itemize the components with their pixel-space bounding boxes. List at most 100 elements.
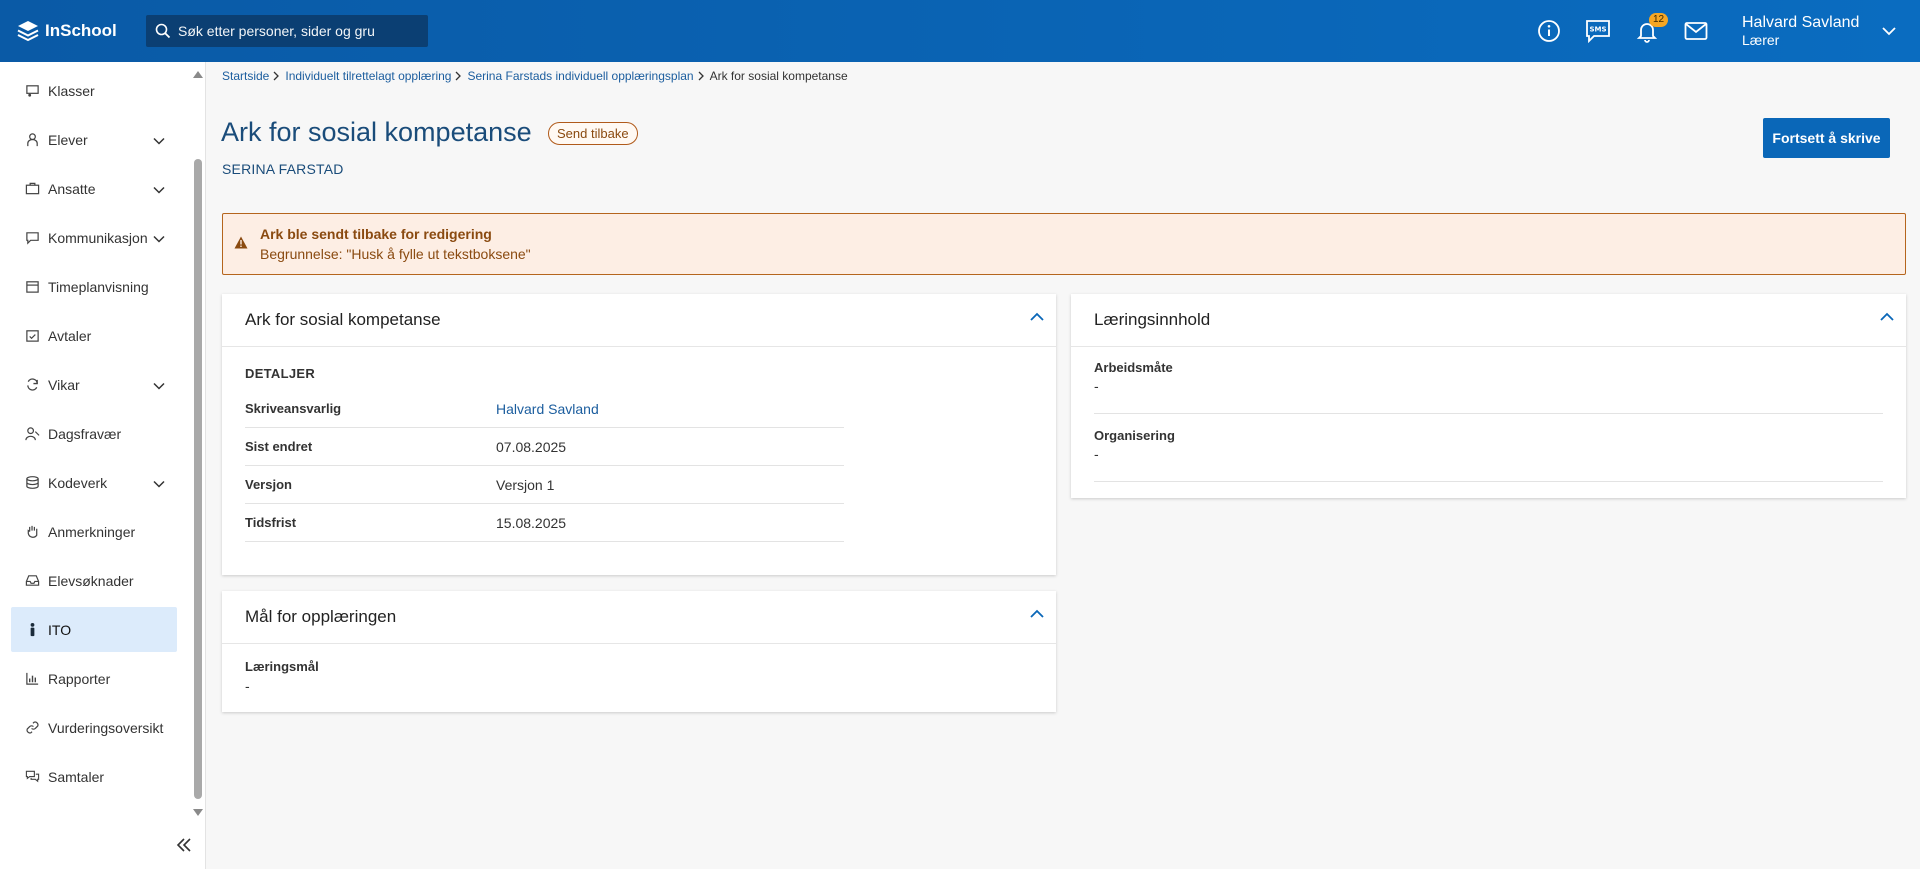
sidebar-item-elever[interactable]: Elever [11, 117, 177, 162]
goals-card: Mål for opplæringen Læringsmål - [222, 591, 1056, 712]
breadcrumb-plan[interactable]: Serina Farstads individuell opplæringspl… [467, 69, 693, 83]
search-placeholder: Søk etter personer, sider og gru [178, 23, 375, 39]
breadcrumb-startside[interactable]: Startside [222, 69, 269, 83]
info-icon [1537, 20, 1560, 42]
sidebar-item-samtaler[interactable]: Samtaler [11, 754, 177, 799]
goals-card-header[interactable]: Mål for opplæringen [222, 591, 1056, 644]
breadcrumb-separator-icon [455, 71, 462, 81]
chat-icon [24, 230, 40, 246]
chart-icon [24, 671, 40, 687]
sidebar-item-label: Vikar [48, 376, 80, 393]
status-badge: Send tilbake [548, 122, 638, 145]
field-value: - [1094, 378, 1099, 394]
learning-content-card-title: Læringsinnhold [1094, 310, 1211, 329]
collapse-sidebar-icon[interactable] [176, 838, 192, 852]
search-input[interactable]: Søk etter personer, sider og gru [146, 15, 428, 47]
sidebar-item-label: Anmerkninger [48, 523, 136, 540]
students-icon [24, 132, 40, 148]
learning-content-card-header[interactable]: Læringsinnhold [1071, 294, 1906, 347]
chevron-down-icon[interactable] [153, 181, 165, 197]
sidebar-item-label: Rapporter [48, 670, 111, 687]
notifications-button[interactable]: 12 [1622, 0, 1671, 62]
detail-value: 15.08.2025 [496, 514, 567, 531]
sidebar-item-timeplanvisning[interactable]: Timeplanvisning [11, 264, 177, 309]
sidebar-item-label: Ansatte [48, 180, 96, 197]
detail-key: Skriveansvarlig [245, 401, 342, 416]
field-value: - [1094, 446, 1099, 462]
scroll-down-arrow-icon[interactable] [192, 808, 204, 818]
field-label: Organisering [1094, 428, 1175, 443]
refresh-icon [24, 377, 40, 393]
sidebar-item-label: Timeplanvisning [48, 278, 149, 295]
person-absence-icon [24, 426, 40, 442]
sidebar-item-label: ITO [48, 621, 72, 638]
hand-icon [24, 524, 40, 540]
details-card: Ark for sosial kompetanse DETALJER Skriv… [222, 294, 1056, 575]
sidebar-item-label: Vurderingsoversikt [48, 719, 164, 736]
user-menu[interactable]: Halvard Savland Lærer [1742, 13, 1896, 49]
sidebar-item-vurderingsoversikt[interactable]: Vurderingsoversikt [11, 705, 177, 750]
breadcrumb-ito[interactable]: Individuelt tilrettelagt opplæring [285, 69, 451, 83]
sidebar-scroll-thumb[interactable] [194, 159, 202, 799]
chevron-up-icon[interactable] [1880, 312, 1894, 321]
alert-title: Ark ble sendt tilbake for redigering [260, 226, 492, 242]
responsible-writer-link[interactable]: Halvard Savland [496, 401, 599, 417]
sidebar-item-label: Kodeverk [48, 474, 108, 491]
sidebar-item-klasser[interactable]: Klasser [11, 68, 177, 113]
learning-content-card: Læringsinnhold Arbeidsmåte - Organiserin… [1071, 294, 1906, 498]
chevron-down-icon[interactable] [153, 475, 165, 491]
sidebar-item-label: Elevsøknader [48, 572, 134, 589]
page-title: Ark for sosial kompetanse [221, 117, 532, 147]
breadcrumb-current: Ark for sosial kompetanse [709, 69, 848, 83]
sidebar-item-avtaler[interactable]: Avtaler [11, 313, 177, 358]
scroll-up-arrow-icon[interactable] [192, 69, 204, 79]
detail-row-sist-endret: Sist endret 07.08.2025 [245, 428, 844, 466]
logo-layers-icon [17, 21, 39, 42]
detail-key: Sist endret [245, 439, 313, 454]
field-arbeidsmate: Arbeidsmåte - [1094, 360, 1883, 414]
search-icon [154, 22, 172, 40]
chevron-down-icon[interactable] [153, 377, 165, 393]
sidebar-item-kommunikasjon[interactable]: Kommunikasjon [11, 215, 177, 260]
detail-row-versjon: Versjon Versjon 1 [245, 466, 844, 504]
detail-row-skriveansvarlig: Skriveansvarlig Halvard Savland [245, 390, 844, 428]
calendar-check-icon [24, 328, 40, 344]
user-name: Halvard Savland [1742, 14, 1860, 31]
detail-key: Tidsfrist [245, 515, 297, 530]
alert-text: Begrunnelse: "Husk å fylle ut tekstbokse… [260, 246, 531, 262]
details-section-label: DETALJER [245, 366, 316, 381]
breadcrumb-separator-icon [273, 71, 280, 81]
details-card-header[interactable]: Ark for sosial kompetanse [222, 294, 1056, 347]
sidebar-item-rapporter[interactable]: Rapporter [11, 656, 177, 701]
info-button[interactable] [1524, 0, 1573, 62]
chevron-up-icon[interactable] [1030, 312, 1044, 321]
person-icon [24, 622, 40, 638]
top-bar: InSchool Søk etter personer, sider og gr… [0, 0, 1920, 62]
detail-value: Versjon 1 [496, 476, 555, 493]
learning-goals-label: Læringsmål [245, 659, 319, 674]
inbox-icon [24, 573, 40, 589]
sidebar-item-label: Elever [48, 131, 88, 148]
sms-button[interactable]: SMS [1573, 0, 1622, 62]
sms-icon: SMS [1585, 20, 1610, 43]
chevron-down-icon[interactable] [153, 132, 165, 148]
sidebar-item-ito[interactable]: ITO [11, 607, 177, 652]
goals-card-title: Mål for opplæringen [245, 607, 397, 626]
sidebar-item-vikar[interactable]: Vikar [11, 362, 177, 407]
sidebar-item-label: Dagsfravær [48, 425, 122, 442]
inschool-logo[interactable]: InSchool [16, 19, 131, 43]
top-actions: SMS 12 Halvard Savland Lærer [1524, 0, 1920, 62]
sidebar-item-kodeverk[interactable]: Kodeverk [11, 460, 177, 505]
sidebar-item-label: Klasser [48, 82, 95, 99]
svg-text:SMS: SMS [1589, 26, 1606, 34]
continue-writing-button[interactable]: Fortsett å skrive [1763, 118, 1890, 158]
sidebar-item-anmerkninger[interactable]: Anmerkninger [11, 509, 177, 554]
details-card-title: Ark for sosial kompetanse [245, 310, 441, 329]
sidebar-item-dagsfravær[interactable]: Dagsfravær [11, 411, 177, 456]
field-organisering: Organisering - [1094, 428, 1883, 482]
sidebar-item-ansatte[interactable]: Ansatte [11, 166, 177, 211]
messages-button[interactable] [1671, 0, 1720, 62]
chevron-down-icon[interactable] [153, 230, 165, 246]
sidebar-item-elevsøknader[interactable]: Elevsøknader [11, 558, 177, 603]
chevron-up-icon[interactable] [1030, 609, 1044, 618]
